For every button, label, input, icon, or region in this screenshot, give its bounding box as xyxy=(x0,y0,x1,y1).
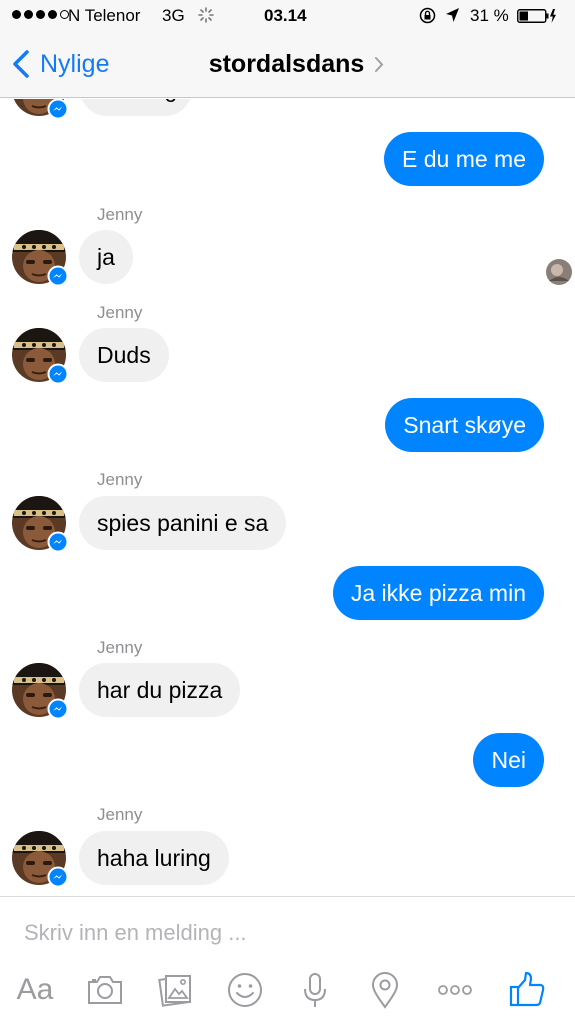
incoming-message-bubble[interactable]: spies panini e sa xyxy=(79,496,287,550)
incoming-message-bubble[interactable]: haha luring xyxy=(79,831,229,885)
message-list[interactable]: wanting E du me me Jenny ja Jenny Duds S… xyxy=(0,99,575,896)
messenger-badge-icon xyxy=(47,265,69,287)
outgoing-message-bubble[interactable]: Ja ikke pizza min xyxy=(332,566,544,620)
battery-icon xyxy=(517,9,556,23)
messenger-badge-icon xyxy=(47,531,69,553)
message-text: Nei xyxy=(491,747,526,773)
outgoing-message-bubble[interactable]: Snart skøye xyxy=(385,398,544,452)
seen-indicator-avatar xyxy=(546,259,572,285)
text-format-button[interactable]: Aa xyxy=(12,967,58,1013)
microphone-icon xyxy=(304,973,326,1007)
message-input[interactable] xyxy=(24,917,544,949)
carrier-name: N Telenor xyxy=(68,6,141,25)
messenger-badge-icon xyxy=(47,866,69,888)
outgoing-message-bubble[interactable]: E du me me xyxy=(384,132,544,186)
sender-name: Jenny xyxy=(97,470,143,489)
status-bar: N Telenor 3G 03.14 31 % xyxy=(0,0,575,32)
emoji-button[interactable] xyxy=(222,967,268,1013)
sender-name: Jenny xyxy=(97,638,143,657)
message-composer: Aa xyxy=(0,896,575,1024)
sender-name: Jenny xyxy=(97,805,143,824)
message-text: spies panini e sa xyxy=(97,510,269,536)
battery-percentage: 31 % xyxy=(470,6,509,25)
messenger-badge-icon xyxy=(47,363,69,385)
more-button[interactable] xyxy=(432,967,478,1013)
incoming-message-bubble[interactable]: ja xyxy=(79,230,133,284)
incoming-message-bubble[interactable]: Duds xyxy=(79,328,169,382)
message-text: wanting xyxy=(98,99,177,102)
location-button[interactable] xyxy=(362,967,408,1013)
message-text: E du me me xyxy=(402,146,526,172)
loading-spinner-icon xyxy=(198,7,214,23)
rotation-lock-icon xyxy=(419,7,436,24)
message-text: haha luring xyxy=(97,845,211,871)
incoming-message-bubble[interactable]: wanting xyxy=(80,99,192,116)
composer-toolbar: Aa xyxy=(0,967,575,1017)
like-button[interactable] xyxy=(504,967,550,1013)
text-format-label: Aa xyxy=(16,973,54,1006)
sender-name: Jenny xyxy=(97,205,143,224)
messenger-badge-icon xyxy=(47,698,69,720)
conversation-title: stordalsdans xyxy=(208,50,365,78)
location-arrow-icon xyxy=(446,8,459,22)
signal-icon xyxy=(12,10,69,19)
message-text: Ja ikke pizza min xyxy=(350,580,526,606)
clock: 03.14 xyxy=(264,6,307,25)
message-text: Duds xyxy=(97,342,151,368)
conversation-title-button[interactable]: stordalsdans xyxy=(191,50,385,79)
chevron-right-icon xyxy=(375,57,384,72)
message-text: har du pizza xyxy=(97,677,223,703)
messenger-badge-icon xyxy=(47,99,69,120)
camera-icon xyxy=(88,976,122,1004)
sender-name: Jenny xyxy=(97,303,143,322)
more-icon xyxy=(438,985,472,995)
message-text: Snart skøye xyxy=(403,412,526,438)
voice-message-button[interactable] xyxy=(292,967,338,1013)
incoming-message-bubble[interactable]: har du pizza xyxy=(79,663,241,717)
network-type: 3G xyxy=(162,6,185,25)
navigation-bar: Nylige stordalsdans xyxy=(0,32,575,98)
thumbs-up-icon xyxy=(509,971,545,1007)
photo-gallery-button[interactable] xyxy=(152,967,198,1013)
emoji-icon xyxy=(228,973,262,1007)
message-text: ja xyxy=(97,244,115,270)
photo-gallery-icon xyxy=(158,975,191,1007)
location-pin-icon xyxy=(371,972,399,1009)
outgoing-message-bubble[interactable]: Nei xyxy=(473,733,544,787)
camera-button[interactable] xyxy=(82,967,128,1013)
